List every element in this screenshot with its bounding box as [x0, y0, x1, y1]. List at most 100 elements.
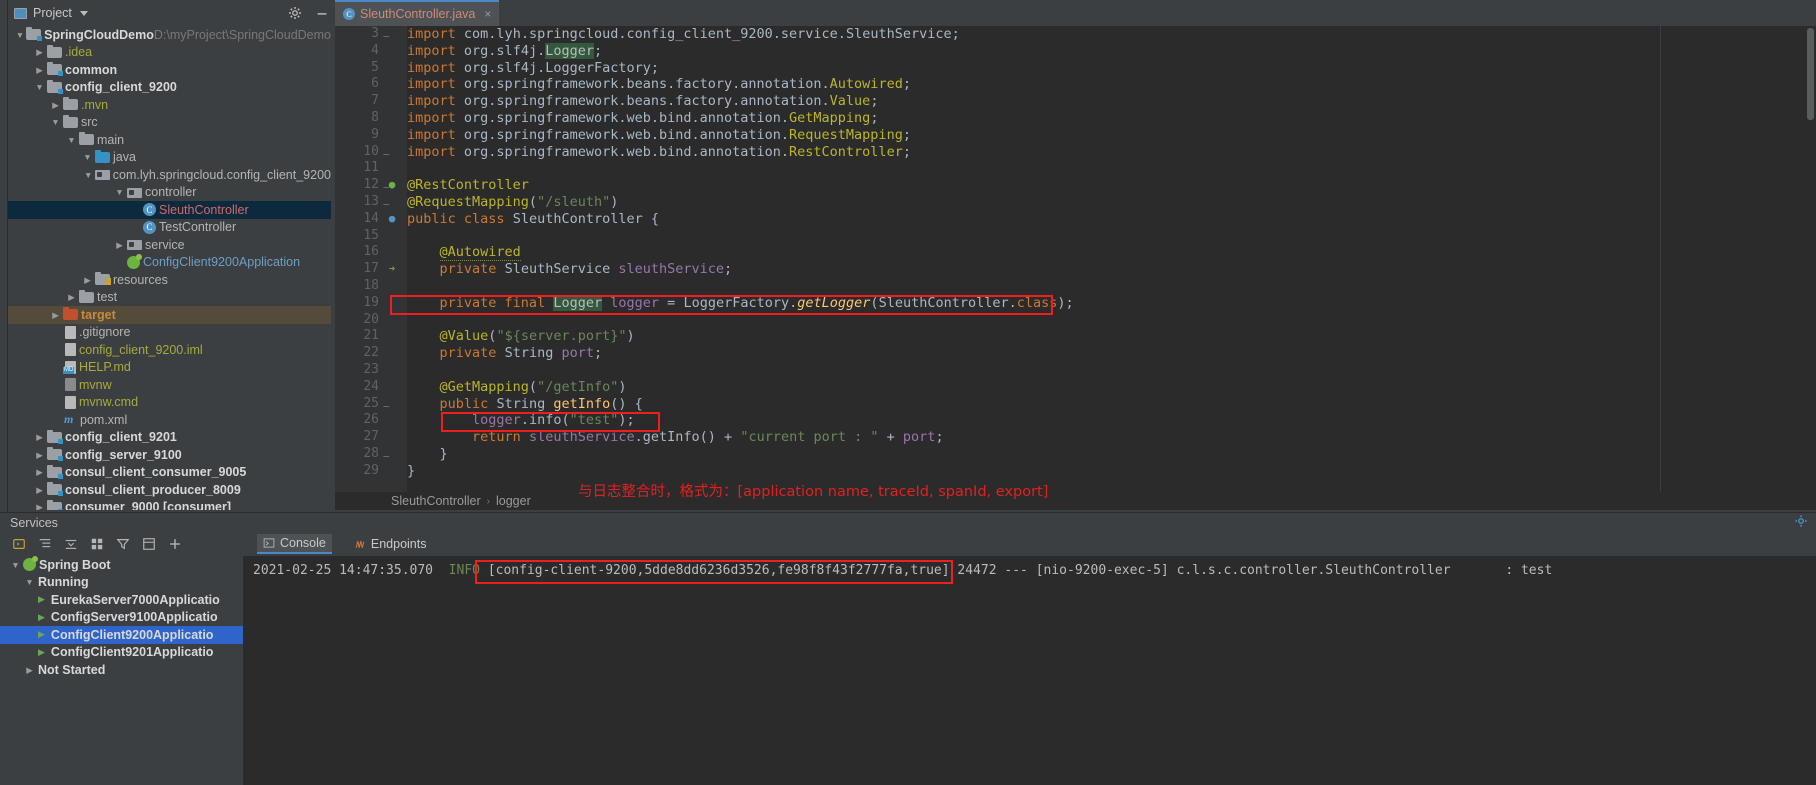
filter-icon[interactable] [116, 537, 130, 551]
services-tree-item[interactable]: Not Started [0, 661, 243, 679]
tab-endpoints[interactable]: Endpoints [348, 535, 433, 553]
services-tree-item[interactable]: Running [0, 574, 243, 592]
services-tree-item[interactable]: ▶ ConfigClient9200Applicatio [0, 626, 243, 644]
chevron-right-icon[interactable] [34, 503, 45, 510]
tree-item[interactable]: .mvn [8, 96, 331, 114]
minimize-icon[interactable] [315, 6, 329, 20]
chevron-down-icon[interactable] [50, 118, 61, 127]
breadcrumb-item-field[interactable]: logger [496, 494, 531, 508]
tree-item[interactable]: config_client_9200.iml [8, 341, 331, 359]
services-tree-item[interactable]: ▶ ConfigClient9201Applicatio [0, 644, 243, 662]
tree-item[interactable]: common [8, 61, 331, 79]
tree-item[interactable]: .idea [8, 44, 331, 62]
chevron-right-icon[interactable] [34, 66, 45, 75]
chevron-right-icon[interactable] [50, 311, 61, 320]
code-editor[interactable]: 3 ⚊ import com.lyh.springcloud.config_clie… [335, 26, 1816, 510]
tree-item[interactable]: consul_client_consumer_9005 [8, 464, 331, 482]
fold-handle[interactable]: ⚊ [383, 144, 390, 161]
tree-item[interactable]: consumer_9000 [consumer] [8, 499, 331, 510]
breadcrumb-separator: › [486, 495, 490, 507]
chevron-right-icon[interactable] [34, 451, 45, 460]
excluded-folder-icon [63, 307, 78, 321]
breadcrumb-item-class[interactable]: SleuthController [391, 494, 481, 508]
fold-handle[interactable]: ⚊ [383, 446, 390, 463]
tree-item[interactable]: controller [8, 184, 331, 202]
endpoints-icon [355, 540, 365, 548]
autowired-gutter-icon[interactable]: ➔ [385, 261, 399, 278]
tab-console[interactable]: Console [257, 534, 332, 554]
chevron-right-icon[interactable] [34, 48, 45, 57]
services-tool-window-header[interactable]: Services [0, 512, 1816, 532]
tree-item-label: com.lyh.springcloud.config_client_9200 [112, 167, 331, 182]
gear-icon[interactable] [288, 6, 302, 20]
project-tree[interactable]: SpringCloudDemo D:\myProject\SpringCloud… [8, 26, 331, 510]
chevron-down-icon[interactable] [82, 153, 93, 162]
collapse-all-icon[interactable] [64, 537, 78, 551]
tree-item[interactable]: ConfigClient9200Application [8, 253, 331, 272]
tree-item[interactable]: SpringCloudDemo D:\myProject\SpringCloud… [8, 26, 331, 44]
breadcrumb[interactable]: SleuthController › logger [335, 492, 1816, 510]
tree-item[interactable]: service [8, 236, 331, 254]
chevron-right-icon[interactable] [34, 486, 45, 495]
close-icon[interactable]: × [484, 7, 491, 21]
services-tree-item[interactable]: Spring Boot [0, 556, 243, 574]
gear-icon[interactable] [1794, 514, 1808, 528]
editor-scrollbar-thumb[interactable] [1807, 28, 1814, 120]
chevron-down-icon[interactable] [114, 188, 125, 197]
tree-item[interactable]: .gitignore [8, 324, 331, 342]
add-icon[interactable] [168, 537, 182, 551]
services-tree-item[interactable]: ▶ EurekaServer7000Applicatio [0, 591, 243, 609]
line-content: private String port; [439, 345, 603, 362]
tree-item[interactable]: target [8, 306, 331, 324]
spring-class-gutter-icon[interactable]: ● [385, 211, 399, 228]
tree-item[interactable]: config_server_9100 [8, 446, 331, 464]
expand-all-icon[interactable] [38, 537, 52, 551]
chevron-down-icon[interactable] [79, 10, 88, 16]
services-tree-item[interactable]: ▶ ConfigServer9100Applicatio [0, 609, 243, 627]
tree-item[interactable]: C TestController [8, 219, 331, 237]
tree-item[interactable]: src [8, 114, 331, 132]
tree-item[interactable]: main [8, 131, 331, 149]
fold-handle[interactable]: ⚊ [383, 194, 390, 211]
services-tree[interactable]: Spring Boot Running ▶ EurekaServer7000Appli… [0, 556, 243, 785]
tree-item[interactable]: resources [8, 271, 331, 289]
chevron-right-icon[interactable] [82, 276, 93, 285]
tree-item[interactable]: m pom.xml [8, 411, 331, 429]
chevron-right-icon[interactable] [114, 241, 125, 250]
tree-item[interactable]: consul_client_producer_8009 [8, 481, 331, 499]
console-output[interactable]: 2021-02-25 14:47:35.070 INFO [config-cli… [243, 556, 1816, 785]
package-icon [127, 238, 142, 251]
chevron-down-icon[interactable] [84, 171, 93, 180]
tree-item[interactable]: mvnw.cmd [8, 394, 331, 412]
line-content: public class SleuthController { [407, 210, 660, 227]
fold-handle[interactable]: ⚊ [383, 177, 390, 194]
chevron-down-icon[interactable] [66, 136, 77, 145]
chevron-right-icon[interactable] [66, 293, 77, 302]
tree-item[interactable]: com.lyh.springcloud.config_client_9200 [8, 166, 331, 184]
tree-item[interactable]: HELP.md [8, 359, 331, 377]
markdown-file-icon [63, 360, 76, 374]
group-icon[interactable] [90, 537, 104, 551]
fold-handle[interactable]: ⚊ [383, 396, 390, 413]
chevron-down-icon[interactable] [10, 561, 21, 570]
chevron-down-icon[interactable] [34, 83, 45, 92]
chevron-down-icon[interactable] [16, 31, 24, 40]
chevron-right-icon[interactable] [24, 666, 35, 675]
chevron-right-icon[interactable] [50, 101, 61, 110]
view-options-icon[interactable] [142, 537, 156, 551]
code-line: 29} [335, 463, 1816, 480]
tree-item[interactable]: mvnw [8, 376, 331, 394]
project-title-group[interactable]: Project [14, 6, 88, 20]
run-dashboard-icon[interactable] [12, 537, 26, 551]
chevron-down-icon[interactable] [24, 578, 35, 587]
tree-item[interactable]: C SleuthController [8, 201, 331, 219]
tree-item[interactable]: java [8, 149, 331, 167]
fold-handle[interactable]: ⚊ [383, 26, 390, 43]
tab-sleuthcontroller-java[interactable]: C SleuthController.java × [335, 0, 500, 26]
chevron-right-icon[interactable] [34, 468, 45, 477]
tree-item[interactable]: config_client_9200 [8, 79, 331, 97]
services-item-label: EurekaServer7000Applicatio [50, 592, 220, 607]
chevron-right-icon[interactable] [34, 433, 45, 442]
tree-item[interactable]: config_client_9201 [8, 429, 331, 447]
tree-item[interactable]: test [8, 289, 331, 307]
